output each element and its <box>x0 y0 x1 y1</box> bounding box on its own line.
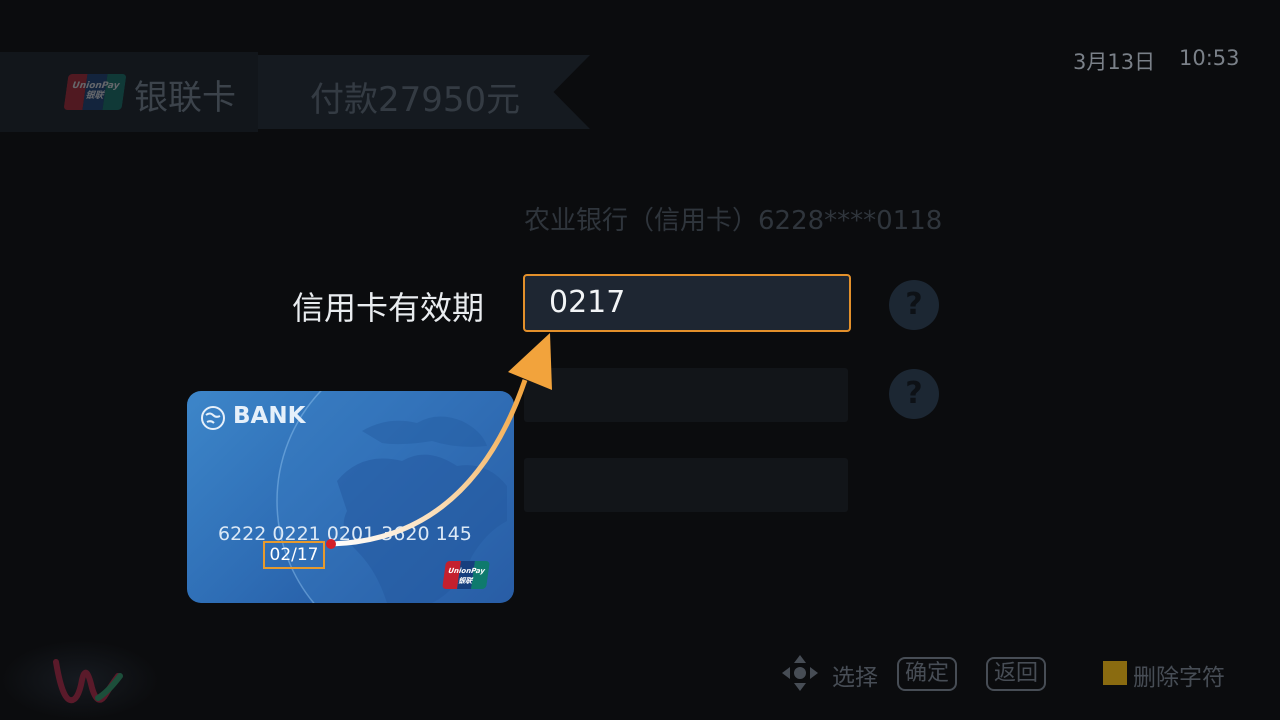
expiry-date-input[interactable]: 0217 <box>523 274 851 332</box>
back-key-hint: 返回 <box>986 657 1047 691</box>
card-unionpay-logo: UnionPay 银联 <box>442 561 490 589</box>
globe-icon <box>201 406 225 430</box>
cvv-help-button[interactable]: ? <box>889 369 939 419</box>
credit-card-illustration: BANK 6222 0221 0201 3620 145 02/17 Union… <box>187 391 514 603</box>
card-expiry-highlight: 02/17 <box>263 541 325 569</box>
card-unionpay-logo-text: UnionPay 银联 <box>447 567 486 585</box>
brand-logo-icon <box>53 659 123 704</box>
time-display: 10:53 <box>1179 46 1240 70</box>
hint-select: 选择 <box>832 665 878 691</box>
expiry-label: 信用卡有效期 <box>292 289 485 327</box>
bank-name: BANK <box>233 403 306 429</box>
bank-account-info: 农业银行（信用卡）6228****0118 <box>524 206 943 236</box>
third-input[interactable] <box>524 458 848 512</box>
payment-amount: 付款27950元 <box>310 80 521 120</box>
unionpay-logo: UnionPay 银联 <box>63 74 127 110</box>
card-number: 6222 0221 0201 3620 145 <box>218 523 472 545</box>
expiry-help-button[interactable]: ? <box>889 280 939 330</box>
dpad-icon <box>782 655 818 691</box>
delete-char-hint: 删除字符 <box>1133 665 1225 691</box>
cvv-input[interactable] <box>524 368 848 422</box>
confirm-key-hint: 确定 <box>897 657 958 691</box>
date-display: 3月13日 <box>1073 50 1156 74</box>
brand-logo-area <box>0 640 160 720</box>
yellow-key-icon <box>1103 661 1127 685</box>
card-type-label: 银联卡 <box>134 78 236 118</box>
unionpay-logo-text: UnionPay 银联 <box>71 81 121 101</box>
